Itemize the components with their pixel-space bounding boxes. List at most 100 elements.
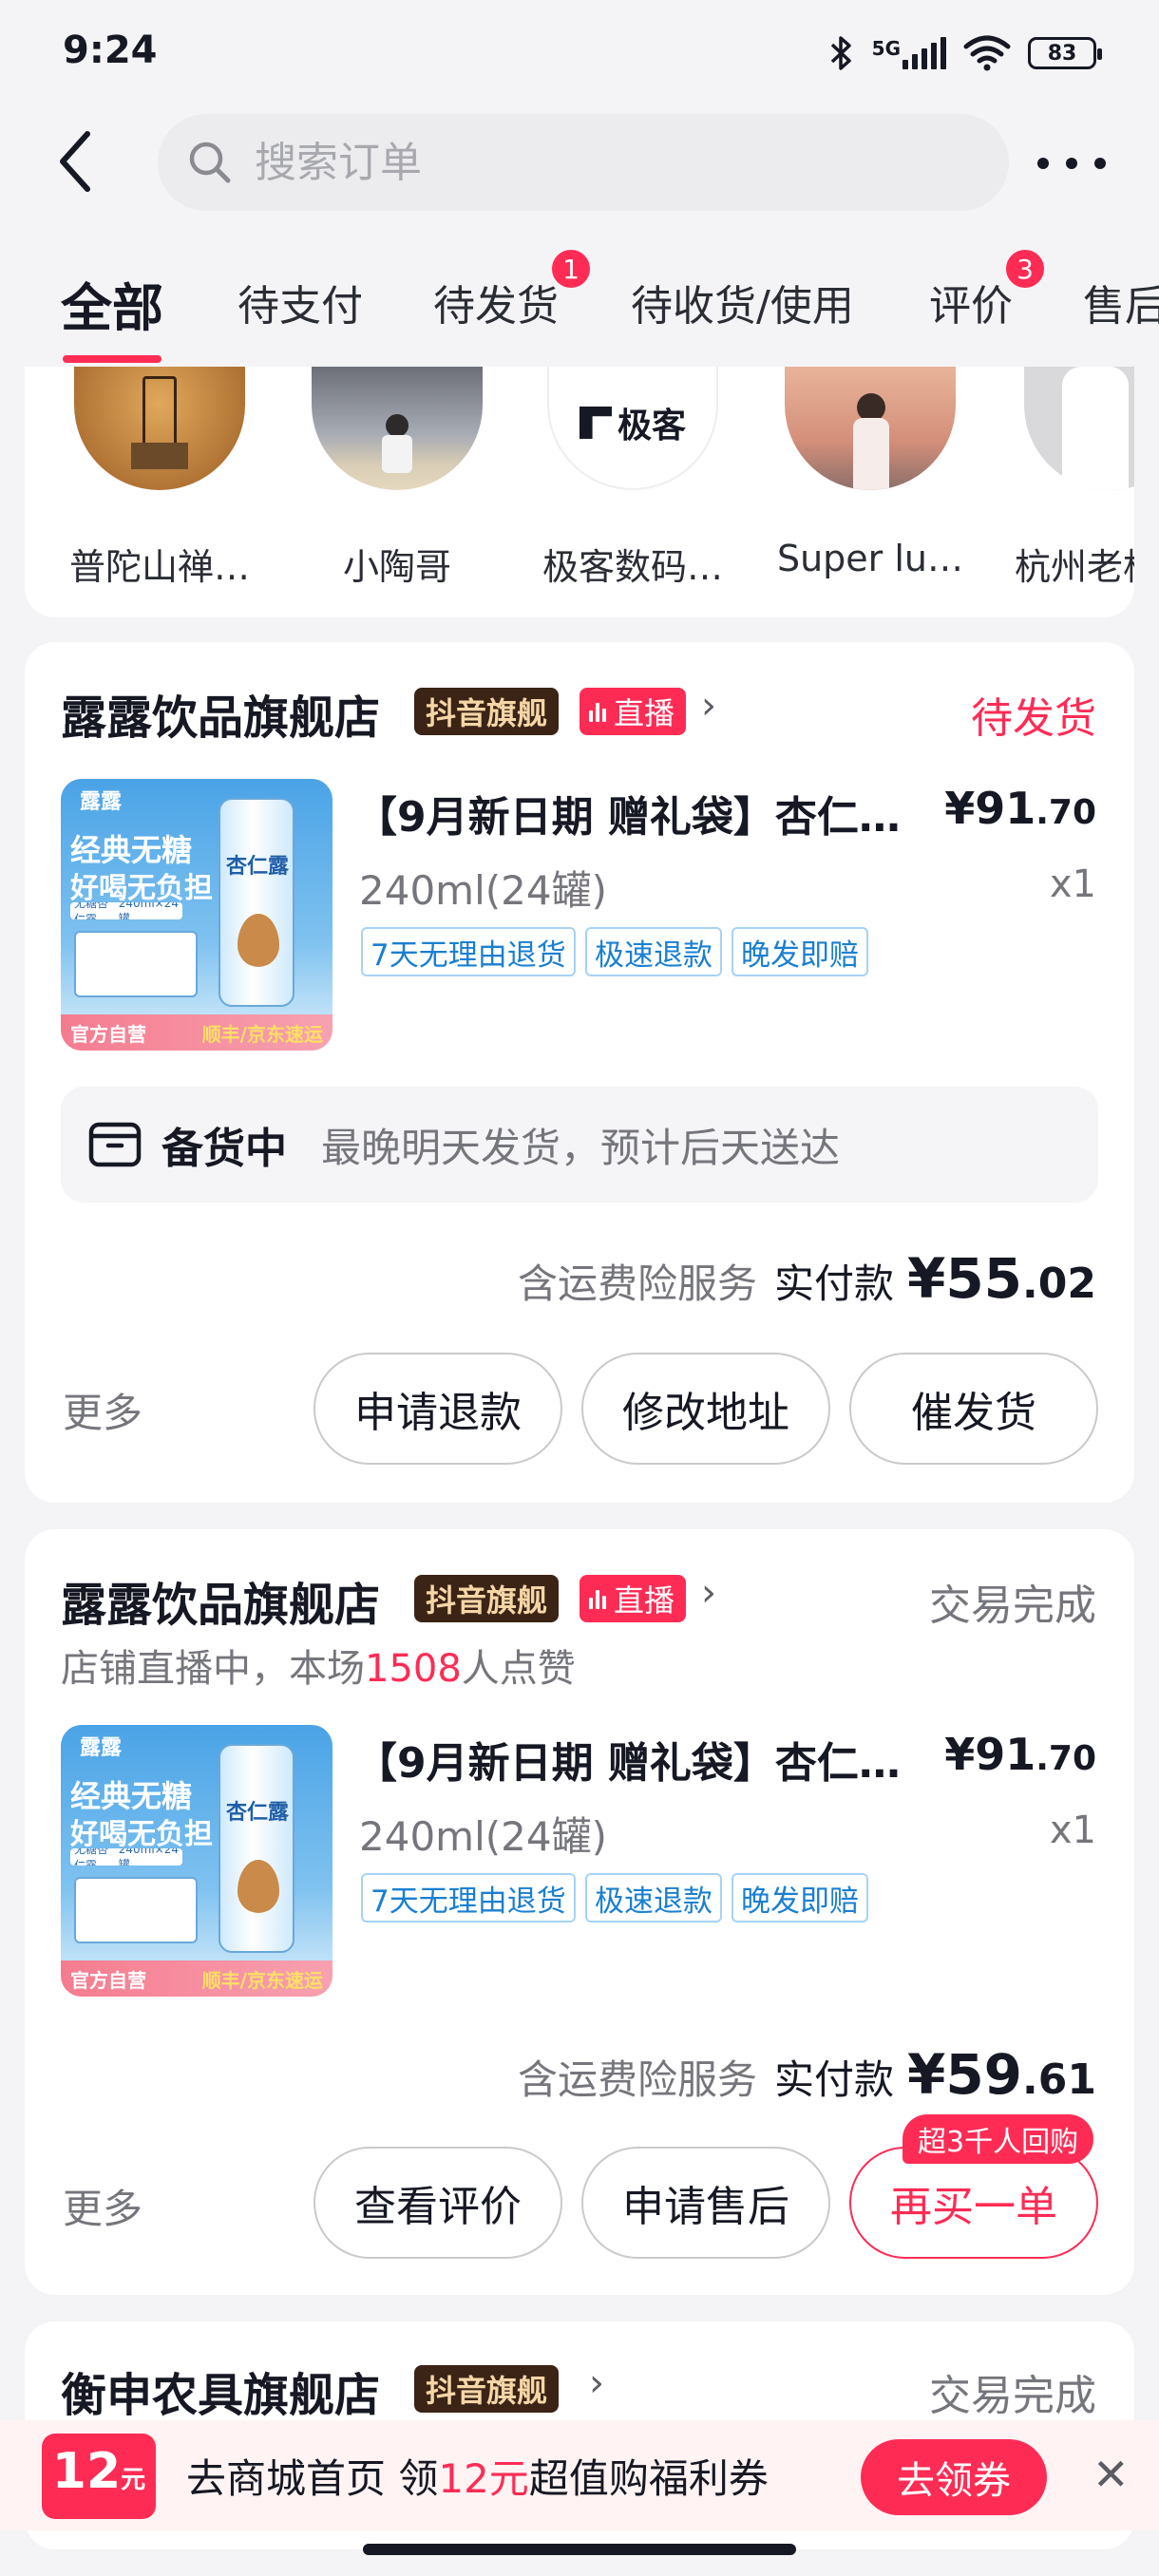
chevron-right-icon[interactable]: › [701,1571,716,1615]
live-tag[interactable]: 直播 [580,688,687,735]
product-title[interactable]: 【9月新日期 赠礼袋】杏仁… [355,1729,925,1790]
shop-name[interactable]: 普陀山禅… [55,538,264,590]
coupon-banner[interactable]: 12 元 去商城首页 领12元超值购福利券 去领券 ✕ [0,2420,1159,2530]
almond-icon [238,1860,279,1913]
product-image[interactable]: 露露 经典无糖 好喝无负担 无糖杏仁露 240ml×24罐 杏仁露 官方自营 顺丰… [61,779,332,1051]
more-actions-link[interactable]: 更多 [63,1381,142,1439]
tab-pending-receipt[interactable]: 待收货/使用 [631,272,854,332]
urge-shipment-button[interactable]: 催发货 [849,1353,1098,1465]
freight-insurance-label: 含运费险服务 [517,1260,757,1307]
temple-plaque-icon [142,376,177,452]
image-delivery-label: 顺丰/京东速运 [201,1968,323,1992]
more-dot [1066,158,1077,169]
product-image-footer: 官方自营 顺丰/京东速运 [61,1960,332,1997]
battery-icon: 83 [1028,37,1102,69]
coupon-badge-amount: 12 [51,2443,122,2500]
tab-all[interactable]: 全部 [61,266,163,341]
order-card: 露露饮品旗舰店 抖音旗舰 直播 › 待发货 露露 经典无糖 好喝无负担 无糖杏仁… [25,642,1134,1503]
brand-tag: 抖音旗舰 [414,2365,560,2413]
service-tag: 晚发即赔 [732,1873,868,1923]
product-image[interactable]: 露露 经典无糖 好喝无负担 无糖杏仁露 240ml×24罐 杏仁露 官方自营 顺丰… [61,1725,332,1997]
live-like-count: 1508 [365,1647,462,1691]
price-decimal: .70 [1036,1739,1096,1778]
tab-review[interactable]: 评价 [929,272,1013,332]
store-name[interactable]: 露露饮品旗舰店 [61,1567,380,1634]
order-card: 露露饮品旗舰店 抖音旗舰 直播 › 交易完成 店铺直播中，本场1508人点赞 露… [25,1529,1134,2295]
package-box-icon [88,1122,142,1167]
network-type: 5G [871,37,901,60]
can-illustration: 杏仁露 [218,798,294,1007]
product-image-slogan: 好喝无负担 [70,1818,213,1851]
bluetooth-icon [830,36,851,70]
product-title[interactable]: 【9月新日期 赠礼袋】杏仁… [355,783,925,843]
search-input[interactable] [255,138,920,187]
chevron-right-icon[interactable]: › [589,2361,604,2405]
brand-tag: 抖音旗舰 [414,1575,560,1622]
coupon-badge-unit: 元 [121,2466,146,2494]
shop-avatar[interactable] [785,367,956,490]
tab-badge-review: 3 [1003,247,1047,291]
product-image-footer: 官方自营 顺丰/京东速运 [61,1014,332,1051]
tab-pending-shipment[interactable]: 待发货 [433,272,559,332]
payment-summary: 含运费险服务 实付款 ¥59.61 [518,2042,1096,2107]
chevron-right-icon[interactable]: › [701,684,716,728]
shop-avatar[interactable] [312,367,483,490]
cellular-signal-icon: 5G [872,37,946,69]
brand-tag: 抖音旗舰 [414,688,560,735]
live-like-note: 店铺直播中，本场1508人点赞 [61,1638,576,1693]
claim-coupon-button[interactable]: 去领券 [861,2439,1047,2515]
image-sub-label: 无糖杏仁露 [74,1848,109,1866]
coupon-text-suffix: 超值购福利券 [528,2455,769,2502]
view-review-button[interactable]: 查看评价 [314,2147,562,2259]
store-name[interactable]: 露露饮品旗舰店 [61,680,380,747]
service-tag: 极速退款 [585,1873,722,1923]
live-tag-label: 直播 [614,1582,675,1619]
geek-logo-icon [579,407,612,439]
buy-again-badge: 超3千人回购 [902,2114,1094,2164]
shop-avatar[interactable] [1024,367,1134,490]
shop-avatar[interactable] [74,367,245,490]
shipping-estimate: 最晚明天发货，预计后天送达 [321,1124,841,1171]
status-bar: 9:24 5G 83 [0,0,1159,104]
service-tag: 7天无理由退货 [361,927,576,976]
search-bar[interactable] [158,114,1009,211]
image-corner-label: 官方自营 [70,1968,146,1992]
store-name[interactable]: 衡申农具旗舰店 [61,2358,380,2424]
status-time: 9:24 [63,28,158,72]
product-image-brand: 露露 [80,790,123,814]
close-icon[interactable]: ✕ [1092,2449,1130,2500]
service-tag: 极速退款 [585,927,722,976]
tab-pending-payment[interactable]: 待支付 [238,272,363,332]
shipping-status-box[interactable]: 备货中 最晚明天发货，预计后天送达 [61,1087,1098,1203]
almond-icon [238,914,279,967]
live-tag-label: 直播 [614,695,675,731]
change-address-button[interactable]: 修改地址 [581,1353,830,1465]
shop-name[interactable]: 小陶哥 [293,538,502,590]
price-decimal: .70 [1036,793,1096,832]
battery-level: 83 [1047,41,1077,66]
shop-name[interactable]: Super lu… [766,538,975,579]
request-refund-button[interactable]: 申请退款 [314,1353,562,1465]
status-icons: 5G 83 [826,30,1102,76]
coupon-badge: 12 元 [42,2434,156,2519]
shop-name[interactable]: 极客数码… [528,538,737,590]
paid-label: 实付款 [773,1260,894,1307]
amount-decimal: .02 [1022,1260,1096,1308]
home-indicator[interactable] [363,2544,796,2555]
back-button[interactable] [53,123,110,199]
request-after-sales-button[interactable]: 申请售后 [581,2147,830,2259]
image-pack-label: 240ml×24罐 [118,1848,179,1866]
order-status: 待发货 [971,694,1096,743]
amount-integer: ¥59 [906,2042,1023,2107]
live-icon [589,701,606,722]
live-note-suffix: 人点赞 [461,1647,576,1691]
product-spec: 240ml(24罐) [359,1813,607,1860]
shop-name[interactable]: 杭州老杭 [1015,538,1134,590]
shop-avatar[interactable]: 极客 [547,367,718,490]
more-options-button[interactable] [1037,141,1106,186]
image-sub-label: 无糖杏仁露 [74,902,109,919]
live-tag[interactable]: 直播 [580,1575,687,1622]
chevron-left-icon [60,131,90,192]
tab-after-sales[interactable]: 售后 [1083,272,1159,332]
more-actions-link[interactable]: 更多 [63,2177,142,2235]
